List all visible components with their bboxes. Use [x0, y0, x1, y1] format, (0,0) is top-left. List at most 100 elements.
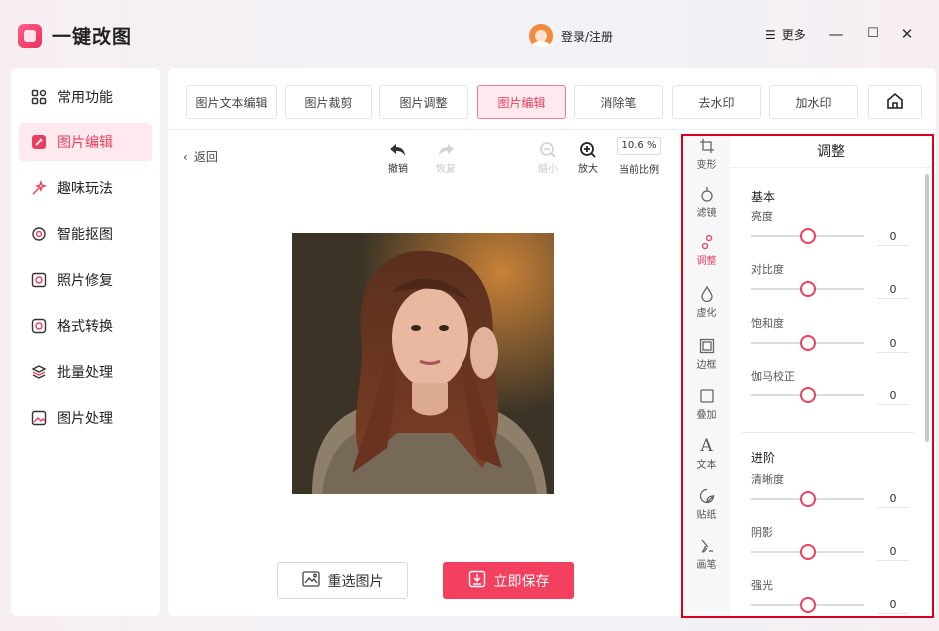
- adjust-icon: [683, 232, 730, 252]
- login-label: 登录/注册: [561, 29, 614, 44]
- zoom-out-label: 缩小: [538, 164, 558, 175]
- tab-remove-watermark[interactable]: 去水印: [672, 85, 761, 119]
- zoom-in-icon: [568, 140, 608, 160]
- more-label: 更多: [781, 28, 806, 42]
- slider-value-brightness[interactable]: 0: [877, 230, 909, 246]
- rail-item-brush[interactable]: 画笔: [683, 536, 730, 571]
- scrollbar[interactable]: [925, 174, 929, 442]
- home-button[interactable]: [868, 85, 922, 119]
- rail-label: 滤镜: [696, 208, 717, 219]
- redo-icon: [426, 140, 466, 160]
- minimize-button[interactable]: —: [826, 22, 846, 46]
- rail-item-sticker[interactable]: 贴纸: [683, 486, 730, 521]
- sidebar-item-label: 图片处理: [57, 411, 113, 427]
- blur-drop-icon: [683, 284, 730, 304]
- close-button[interactable]: ✕: [897, 22, 917, 46]
- rail-item-filter[interactable]: 滤镜: [683, 184, 730, 219]
- zoom-out-icon: [528, 140, 568, 160]
- sidebar-item-image-process[interactable]: 图片处理: [19, 399, 152, 437]
- slider-label-shadow: 阴影: [751, 526, 773, 539]
- section-title-advanced: 进阶: [751, 451, 776, 465]
- sidebar-item-image-edit[interactable]: 图片编辑: [19, 123, 152, 161]
- tab-eraser[interactable]: 消除笔: [574, 85, 663, 119]
- zoom-value[interactable]: 10.6 %: [617, 137, 661, 155]
- slider-value-gamma[interactable]: 0: [877, 389, 909, 405]
- title-bar: 一键改图 登录/注册 ☰ 更多 — ☐ ✕: [0, 0, 939, 68]
- zoom-label: 当前比例: [619, 165, 659, 176]
- rail-item-blur[interactable]: 虚化: [683, 284, 730, 319]
- slider-value-saturation[interactable]: 0: [877, 337, 909, 353]
- chevron-left-icon: ‹: [183, 149, 188, 164]
- slider-knob-gamma[interactable]: [799, 387, 816, 403]
- slider-value-highlight[interactable]: 0: [877, 598, 909, 614]
- menu-icon: ☰: [765, 27, 776, 42]
- slider-knob-shadow[interactable]: [799, 544, 816, 560]
- sidebar-item-label: 格式转换: [57, 319, 113, 335]
- tab-adjust[interactable]: 图片调整: [379, 85, 468, 119]
- sidebar-item-batch[interactable]: 批量处理: [19, 353, 152, 391]
- slider-knob-contrast[interactable]: [799, 281, 816, 297]
- sidebar-item-restore[interactable]: 照片修复: [19, 261, 152, 299]
- download-icon: [468, 570, 486, 592]
- rail-label: 变形: [696, 160, 717, 171]
- rail-label: 文本: [696, 460, 717, 471]
- sidebar-item-fun[interactable]: 趣味玩法: [19, 169, 152, 207]
- zoom-in-button[interactable]: 放大: [568, 140, 608, 175]
- back-button[interactable]: ‹ 返回: [183, 148, 218, 165]
- slider-knob-brightness[interactable]: [799, 228, 816, 244]
- brush-icon: [683, 536, 730, 556]
- tab-add-watermark[interactable]: 加水印: [769, 85, 858, 119]
- sidebar-item-label: 图片编辑: [57, 135, 113, 151]
- rail-item-adjust[interactable]: 调整: [683, 232, 730, 267]
- photo-preview[interactable]: [292, 233, 554, 494]
- adjust-panel-title: 调整: [730, 136, 932, 168]
- sidebar-item-label: 常用功能: [57, 90, 113, 106]
- slider-value-contrast[interactable]: 0: [877, 283, 909, 299]
- reselect-image-button[interactable]: 重选图片: [277, 562, 408, 599]
- rail-label: 叠加: [696, 410, 717, 421]
- sidebar-item-label: 智能抠图: [57, 227, 113, 243]
- tab-crop[interactable]: 图片裁剪: [285, 85, 372, 119]
- slider-value-shadow[interactable]: 0: [877, 545, 909, 561]
- rail-label: 调整: [696, 256, 717, 267]
- zoom-out-button[interactable]: 缩小: [528, 140, 568, 175]
- rail-label: 贴纸: [696, 510, 717, 521]
- sidebar-item-cutout[interactable]: 智能抠图: [19, 215, 152, 253]
- tab-text-edit[interactable]: 图片文本编辑: [186, 85, 277, 119]
- slider-knob-saturation[interactable]: [799, 335, 816, 351]
- slider-label-saturation: 饱和度: [751, 317, 784, 330]
- slider-label-highlight: 强光: [751, 579, 773, 592]
- sidebar-item-common[interactable]: 常用功能: [19, 78, 152, 116]
- back-label: 返回: [193, 150, 218, 164]
- slider-knob-highlight[interactable]: [799, 597, 816, 613]
- slider-knob-clarity[interactable]: [799, 491, 816, 507]
- undo-button[interactable]: 撤销: [378, 140, 418, 175]
- sidebar-item-label: 照片修复: [57, 273, 113, 289]
- slider-label-brightness: 亮度: [751, 210, 773, 223]
- transform-icon: [683, 136, 730, 156]
- sticker-icon: [683, 486, 730, 506]
- slider-value-clarity[interactable]: 0: [877, 492, 909, 508]
- home-icon: [886, 92, 904, 113]
- tool-rail: 变形 滤镜 调整 虚化 边框 叠加 A 文本 贴纸 画笔: [683, 136, 730, 616]
- zoom-in-label: 放大: [578, 164, 598, 175]
- rail-item-transform[interactable]: 变形: [683, 136, 730, 171]
- undo-icon: [378, 140, 418, 160]
- redo-label: 恢复: [436, 164, 456, 175]
- maximize-button[interactable]: ☐: [863, 22, 883, 46]
- redo-button[interactable]: 恢复: [426, 140, 466, 175]
- sidebar: 常用功能 图片编辑 趣味玩法 智能抠图 照片修复 格式转换 批量处理 图片处理: [11, 68, 160, 616]
- save-button[interactable]: 立即保存: [443, 562, 574, 599]
- filter-icon: [683, 184, 730, 204]
- image-icon: [301, 570, 320, 591]
- login-button[interactable]: 登录/注册: [529, 24, 613, 48]
- adjust-panel: 变形 滤镜 调整 虚化 边框 叠加 A 文本 贴纸 画笔 调整 基本 亮度 0 …: [681, 134, 934, 618]
- tab-image-edit[interactable]: 图片编辑: [477, 85, 566, 119]
- rail-item-overlay[interactable]: 叠加: [683, 386, 730, 421]
- sidebar-item-convert[interactable]: 格式转换: [19, 307, 152, 345]
- overlay-icon: [683, 386, 730, 406]
- rail-item-text[interactable]: A 文本: [683, 436, 730, 471]
- more-menu-button[interactable]: ☰ 更多: [765, 26, 806, 43]
- rail-item-border[interactable]: 边框: [683, 336, 730, 371]
- slider-label-contrast: 对比度: [751, 263, 784, 276]
